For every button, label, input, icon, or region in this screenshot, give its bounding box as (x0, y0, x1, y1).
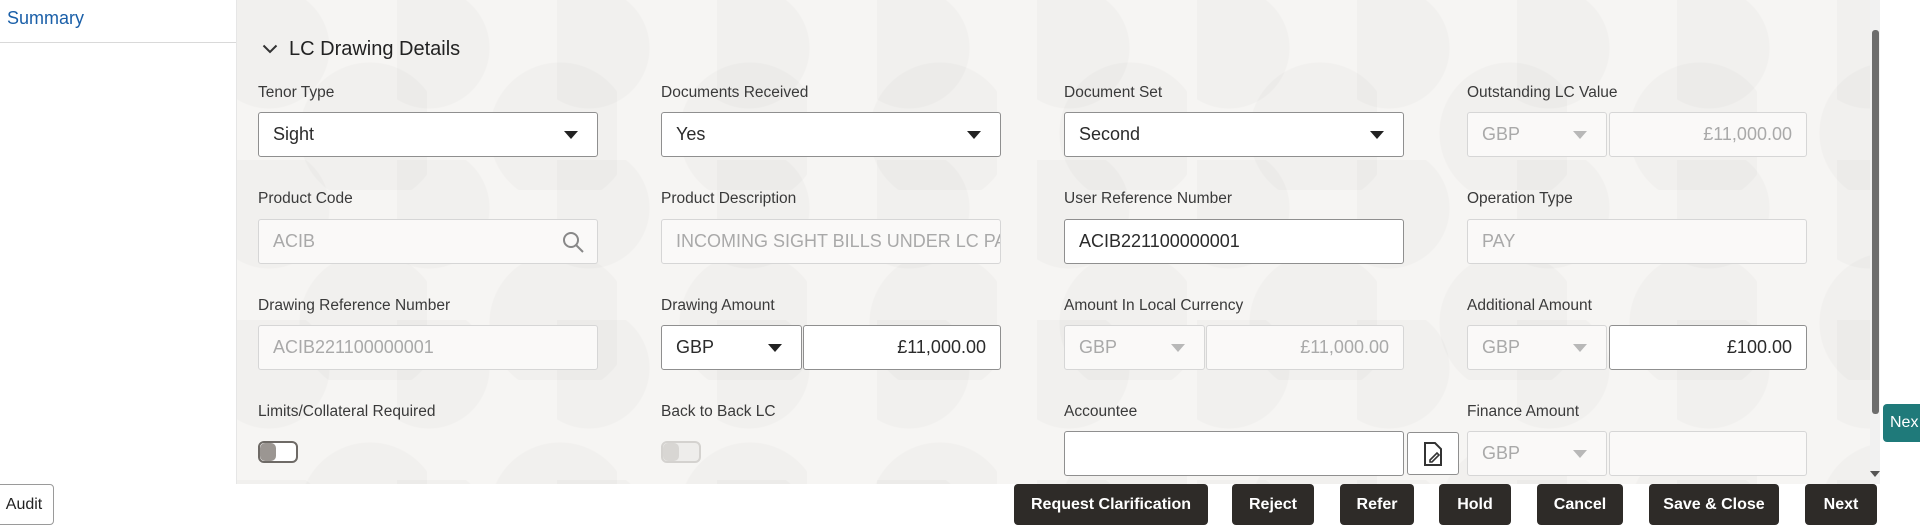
product-description-label: Product Description (661, 190, 797, 207)
caret-down-icon (966, 130, 982, 140)
outstanding-lc-value-label: Outstanding LC Value (1467, 84, 1618, 101)
finance-amount-field (1609, 431, 1807, 476)
next-button[interactable]: Next (1805, 484, 1877, 525)
footer-bar: Audit Request Clarification Reject Refer… (0, 484, 1920, 526)
drawing-amount-currency-select[interactable]: GBP (661, 325, 802, 370)
drawing-reference-number-field: ACIB221100000001 (258, 325, 598, 370)
save-close-button[interactable]: Save & Close (1649, 484, 1779, 525)
toggle-knob (663, 443, 679, 461)
document-set-label: Document Set (1064, 84, 1163, 101)
refer-button[interactable]: Refer (1340, 484, 1414, 525)
additional-amount-label: Additional Amount (1467, 297, 1592, 314)
back-to-back-lc-toggle (661, 441, 701, 463)
side-next-button[interactable]: Nex (1883, 404, 1920, 442)
additional-amount-currency-select: GBP (1467, 325, 1607, 370)
scrollbar-thumb[interactable] (1872, 30, 1879, 414)
product-description-field: INCOMING SIGHT BILLS UNDER LC PAY (661, 219, 1001, 264)
section-title: LC Drawing Details (289, 37, 461, 60)
drawing-reference-number-label: Drawing Reference Number (258, 297, 451, 314)
documents-received-label: Documents Received (661, 84, 809, 101)
amount-in-local-currency-field: £11,000.00 (1206, 325, 1404, 370)
document-edit-icon (1422, 441, 1444, 467)
outstanding-lc-currency-select: GBP (1467, 112, 1607, 157)
operation-type-label: Operation Type (1467, 190, 1573, 207)
tenor-type-select[interactable]: Sight (258, 112, 598, 157)
drawing-amount-input[interactable]: £11,000.00 (803, 325, 1001, 370)
caret-down-icon (1572, 449, 1588, 459)
section-header[interactable]: LC Drawing Details (259, 36, 460, 62)
drawing-amount-label: Drawing Amount (661, 297, 775, 314)
caret-down-icon (1572, 130, 1588, 140)
documents-received-select[interactable]: Yes (661, 112, 1001, 157)
limits-collateral-toggle[interactable] (258, 441, 298, 463)
caret-down-icon (767, 343, 783, 353)
additional-amount-input[interactable]: £100.00 (1609, 325, 1807, 370)
caret-down-icon (1572, 343, 1588, 353)
tenor-type-label: Tenor Type (258, 84, 335, 101)
finance-amount-label: Finance Amount (1467, 403, 1580, 420)
user-reference-number-label: User Reference Number (1064, 190, 1232, 207)
accountee-input[interactable] (1064, 431, 1404, 476)
scroll-down-arrow-icon[interactable] (1868, 468, 1882, 480)
hold-button[interactable]: Hold (1439, 484, 1511, 525)
main-panel: LC Drawing Details Tenor Type Sight Docu… (237, 0, 1880, 484)
finance-amount-currency-select: GBP (1467, 431, 1607, 476)
chevron-down-icon[interactable] (259, 38, 281, 60)
audit-button[interactable]: Audit (0, 484, 54, 525)
amount-in-local-currency-label: Amount In Local Currency (1064, 297, 1244, 314)
cancel-button[interactable]: Cancel (1537, 484, 1623, 525)
back-to-back-lc-label: Back to Back LC (661, 403, 776, 420)
left-sidebar: Summary (0, 0, 249, 484)
accountee-lookup-button[interactable] (1407, 432, 1459, 475)
user-reference-number-input[interactable]: ACIB221100000001 (1064, 219, 1404, 264)
product-code-field: ACIB (258, 219, 598, 264)
product-code-label: Product Code (258, 190, 353, 207)
local-currency-select: GBP (1064, 325, 1205, 370)
operation-type-field: PAY (1467, 219, 1807, 264)
search-icon[interactable] (561, 230, 585, 254)
request-clarification-button[interactable]: Request Clarification (1014, 484, 1208, 525)
caret-down-icon (1170, 343, 1186, 353)
toggle-knob (260, 443, 276, 461)
caret-down-icon (563, 130, 579, 140)
reject-button[interactable]: Reject (1232, 484, 1314, 525)
caret-down-icon (1369, 130, 1385, 140)
limits-collateral-required-label: Limits/Collateral Required (258, 403, 436, 420)
sidebar-item-summary[interactable]: Summary (0, 0, 236, 43)
accountee-label: Accountee (1064, 403, 1138, 420)
document-set-select[interactable]: Second (1064, 112, 1404, 157)
outstanding-lc-amount-field: £11,000.00 (1609, 112, 1807, 157)
sidebar-item-label: Summary (7, 8, 85, 28)
